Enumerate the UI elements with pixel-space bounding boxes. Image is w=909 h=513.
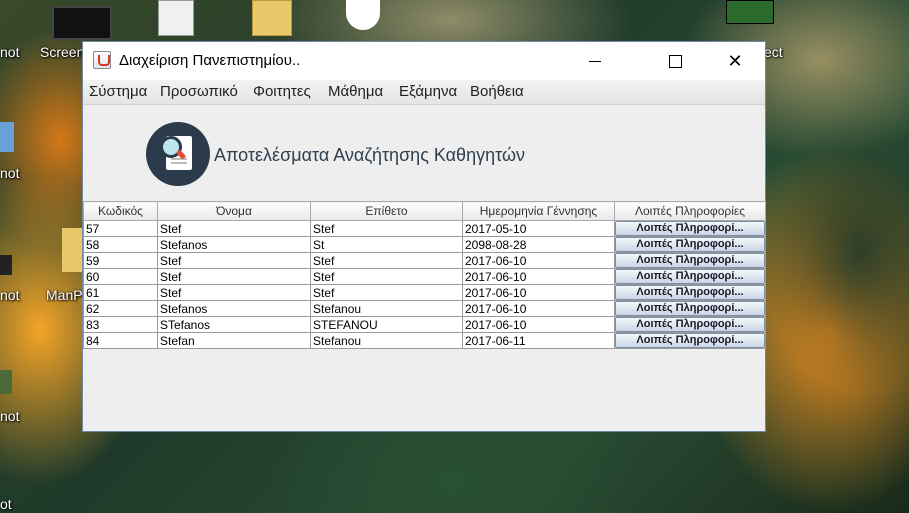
cell-first-name[interactable]: Stef xyxy=(157,284,311,301)
table-row[interactable]: 60 Stef Stef 2017-06-10 Λοιπές Πληροφορί… xyxy=(83,268,766,285)
column-header-code[interactable]: Κωδικός xyxy=(83,201,158,221)
desktop-label: ot xyxy=(0,496,12,512)
column-header-birth-date[interactable]: Ημερομηνία Γέννησης xyxy=(462,201,615,221)
table-row[interactable]: 83 STefanos STEFANOU 2017-06-10 Λοιπές Π… xyxy=(83,316,766,333)
maximize-icon xyxy=(668,54,682,68)
close-icon: ✕ xyxy=(727,50,743,71)
cell-more-info: Λοιπές Πληροφορί... xyxy=(614,284,766,301)
cell-first-name[interactable]: Stef xyxy=(157,252,311,269)
desktop-icon-image-left[interactable] xyxy=(0,370,12,394)
desktop-label: not xyxy=(0,287,20,303)
cell-last-name[interactable]: Stefanou xyxy=(310,332,463,349)
cell-more-info: Λοιπές Πληροφορί... xyxy=(614,268,766,285)
page-title: Αποτελέσματα Αναζήτησης Καθηγητών xyxy=(214,145,526,165)
column-header-first-name[interactable]: Όνομα xyxy=(157,201,311,221)
cell-last-name[interactable]: St xyxy=(310,236,463,253)
desktop-icon-archive[interactable] xyxy=(726,0,774,24)
cell-last-name[interactable]: Stef xyxy=(310,268,463,285)
menu-item-semesters[interactable]: Εξάμηνα xyxy=(399,83,457,100)
cell-more-info: Λοιπές Πληροφορί... xyxy=(614,252,766,269)
cell-birth-date[interactable]: 2017-06-11 xyxy=(462,332,615,349)
cell-more-info: Λοιπές Πληροφορί... xyxy=(614,236,766,253)
cell-last-name[interactable]: Stef xyxy=(310,252,463,269)
desktop-icon-folder-manp[interactable] xyxy=(62,228,82,272)
table-row[interactable]: 57 Stef Stef 2017-05-10 Λοιπές Πληροφορί… xyxy=(83,220,766,237)
desktop-label: Screen xyxy=(40,44,85,60)
results-table: Κωδικός Όνομα Επίθετο Ημερομηνία Γέννηση… xyxy=(83,201,766,349)
column-header-more-info[interactable]: Λοιπές Πληροφορίες xyxy=(614,201,766,221)
desktop-icon-dark-left[interactable] xyxy=(0,255,12,275)
cell-last-name[interactable]: Stef xyxy=(310,284,463,301)
cell-last-name[interactable]: STEFANOU xyxy=(310,316,463,333)
table-row[interactable]: 62 Stefanos Stefanou 2017-06-10 Λοιπές Π… xyxy=(83,300,766,317)
desktop-icon-screen[interactable] xyxy=(52,6,112,40)
more-info-button[interactable]: Λοιπές Πληροφορί... xyxy=(615,333,765,348)
cell-code[interactable]: 59 xyxy=(83,252,158,269)
table-row[interactable]: 61 Stef Stef 2017-06-10 Λοιπές Πληροφορί… xyxy=(83,284,766,301)
more-info-button[interactable]: Λοιπές Πληροφορί... xyxy=(615,237,765,252)
desktop-label: not xyxy=(0,44,20,60)
more-info-button[interactable]: Λοιπές Πληροφορί... xyxy=(615,253,765,268)
cell-first-name[interactable]: Stef xyxy=(157,268,311,285)
minimize-icon xyxy=(589,60,601,62)
window-title: Διαχείριση Πανεπιστημίου.. xyxy=(119,52,301,69)
cell-more-info: Λοιπές Πληροφορί... xyxy=(614,332,766,349)
menu-item-students[interactable]: Φοιτητες xyxy=(253,83,311,100)
cell-code[interactable]: 60 xyxy=(83,268,158,285)
table-row[interactable]: 58 Stefanos St 2098-08-28 Λοιπές Πληροφο… xyxy=(83,236,766,253)
minimize-button[interactable] xyxy=(567,42,623,80)
cell-birth-date[interactable]: 2017-06-10 xyxy=(462,268,615,285)
cell-code[interactable]: 61 xyxy=(83,284,158,301)
desktop-label: ManP xyxy=(46,287,83,303)
desktop-label: not xyxy=(0,165,20,181)
desktop-label: not xyxy=(0,408,20,424)
cell-birth-date[interactable]: 2017-06-10 xyxy=(462,252,615,269)
more-info-button[interactable]: Λοιπές Πληροφορί... xyxy=(615,221,765,236)
title-bar[interactable]: Διαχείριση Πανεπιστημίου.. ✕ xyxy=(83,42,765,80)
table-row[interactable]: 59 Stef Stef 2017-06-10 Λοιπές Πληροφορί… xyxy=(83,252,766,269)
menu-item-staff[interactable]: Προσωπικό xyxy=(160,83,238,100)
desktop-icon-doc-left[interactable] xyxy=(0,122,14,152)
cell-birth-date[interactable]: 2017-05-10 xyxy=(462,220,615,237)
cell-code[interactable]: 57 xyxy=(83,220,158,237)
more-info-button[interactable]: Λοιπές Πληροφορί... xyxy=(615,301,765,316)
desktop-icon-folder[interactable] xyxy=(252,0,292,36)
cell-first-name[interactable]: Stefanos xyxy=(157,236,311,253)
menu-item-course[interactable]: Μάθημα xyxy=(328,83,383,100)
cell-birth-date[interactable]: 2017-06-10 xyxy=(462,300,615,317)
more-info-button[interactable]: Λοιπές Πληροφορί... xyxy=(615,285,765,300)
menu-item-help[interactable]: Βοήθεια xyxy=(470,83,524,100)
table-row[interactable]: 84 Stefan Stefanou 2017-06-11 Λοιπές Πλη… xyxy=(83,332,766,349)
java-app-icon xyxy=(93,51,111,69)
cell-first-name[interactable]: Stef xyxy=(157,220,311,237)
column-header-last-name[interactable]: Επίθετο xyxy=(310,201,463,221)
table-header-row: Κωδικός Όνομα Επίθετο Ημερομηνία Γέννηση… xyxy=(83,201,766,221)
cell-last-name[interactable]: Stefanou xyxy=(310,300,463,317)
more-info-button[interactable]: Λοιπές Πληροφορί... xyxy=(615,317,765,332)
cell-code[interactable]: 62 xyxy=(83,300,158,317)
cell-last-name[interactable]: Stef xyxy=(310,220,463,237)
desktop-icon-file[interactable] xyxy=(158,0,194,36)
cell-first-name[interactable]: Stefan xyxy=(157,332,311,349)
cell-birth-date[interactable]: 2017-06-10 xyxy=(462,284,615,301)
cell-code[interactable]: 83 xyxy=(83,316,158,333)
more-info-button[interactable]: Λοιπές Πληροφορί... xyxy=(615,269,765,284)
cell-more-info: Λοιπές Πληροφορί... xyxy=(614,316,766,333)
cell-code[interactable]: 58 xyxy=(83,236,158,253)
desktop-label: ect xyxy=(764,44,783,60)
cell-code[interactable]: 84 xyxy=(83,332,158,349)
close-button[interactable]: ✕ xyxy=(707,42,763,80)
app-window: Διαχείριση Πανεπιστημίου.. ✕ Σύστημα Προ… xyxy=(82,41,766,432)
cell-birth-date[interactable]: 2017-06-10 xyxy=(462,316,615,333)
maximize-button[interactable] xyxy=(647,42,703,80)
menu-item-system[interactable]: Σύστημα xyxy=(89,83,147,100)
cell-birth-date[interactable]: 2098-08-28 xyxy=(462,236,615,253)
document-search-icon xyxy=(146,122,210,186)
cell-more-info: Λοιπές Πληροφορί... xyxy=(614,300,766,317)
cell-first-name[interactable]: STefanos xyxy=(157,316,311,333)
cell-more-info: Λοιπές Πληροφορί... xyxy=(614,220,766,237)
menu-bar: Σύστημα Προσωπικό Φοιτητες Μάθημα Εξάμην… xyxy=(83,80,765,105)
cell-first-name[interactable]: Stefanos xyxy=(157,300,311,317)
